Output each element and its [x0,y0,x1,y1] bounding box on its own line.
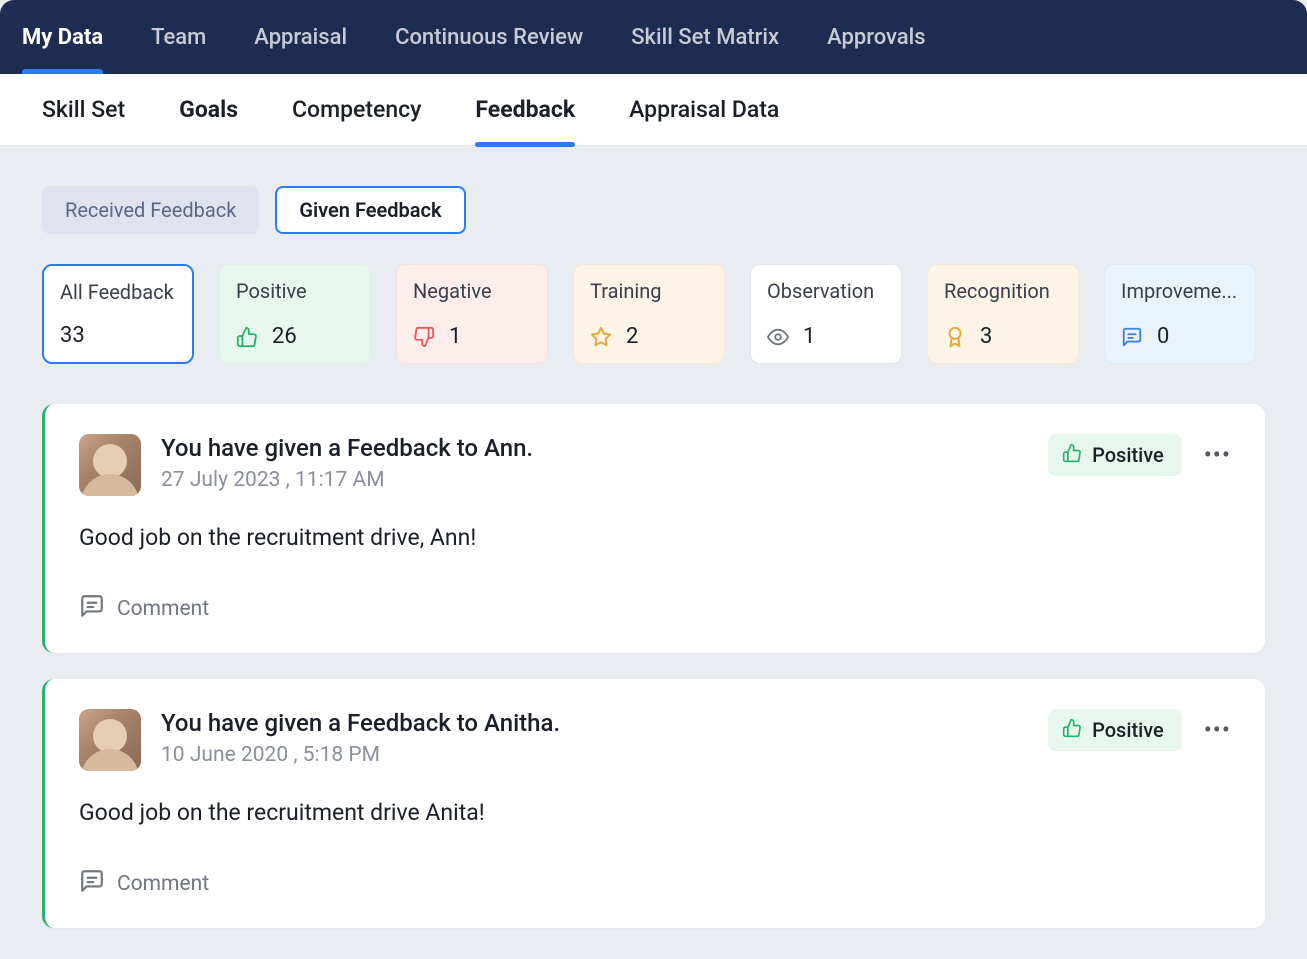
subnav-goals[interactable]: Goals [179,74,238,146]
filter-count: 0 [1157,324,1169,349]
filter-label: Improveme... [1121,279,1239,303]
topnav-approvals[interactable]: Approvals [827,0,926,74]
filter-negative[interactable]: Negative 1 [396,264,548,364]
thumb-up-icon [1062,443,1082,468]
comment-label: Comment [117,872,209,896]
badge-positive: Positive [1048,709,1182,751]
filter-recognition[interactable]: Recognition 3 [927,264,1079,364]
feedback-date: 27 July 2023 , 11:17 AM [161,468,1028,492]
feedback-body: Good job on the recruitment drive Anita! [79,799,1231,826]
filter-count: 26 [272,324,297,349]
eye-icon [767,326,789,348]
filter-improvement[interactable]: Improveme... 0 [1104,264,1256,364]
chat-icon [1121,326,1143,348]
comment-button[interactable]: Comment [79,868,1231,900]
filter-all-feedback[interactable]: All Feedback 33 [42,264,194,364]
topnav-appraisal[interactable]: Appraisal [254,0,347,74]
subnav-skill-set[interactable]: Skill Set [42,74,125,146]
badge-positive: Positive [1048,434,1182,476]
filter-label: Training [590,279,708,303]
filter-label: Recognition [944,279,1062,303]
more-menu-button[interactable]: ••• [1204,441,1231,469]
filter-count: 33 [60,323,85,348]
filter-label: Positive [236,279,354,303]
subnav-appraisal-data[interactable]: Appraisal Data [629,74,779,146]
topnav-team[interactable]: Team [151,0,206,74]
feedback-card: You have given a Feedback to Anitha. 10 … [42,679,1265,928]
subnav-feedback[interactable]: Feedback [475,74,575,146]
feedback-title: You have given a Feedback to Anitha. [161,709,1028,737]
filter-count: 1 [803,324,815,349]
topnav-my-data[interactable]: My Data [22,0,103,74]
thumb-up-icon [1062,718,1082,743]
feedback-card: You have given a Feedback to Ann. 27 Jul… [42,404,1265,653]
comment-icon [79,868,105,900]
more-menu-button[interactable]: ••• [1204,716,1231,744]
comment-label: Comment [117,597,209,621]
top-nav: My Data Team Appraisal Continuous Review… [0,0,1307,74]
feedback-body: Good job on the recruitment drive, Ann! [79,524,1231,551]
thumb-up-icon [236,326,258,348]
toggle-given-feedback[interactable]: Given Feedback [275,186,465,234]
topnav-skill-set-matrix[interactable]: Skill Set Matrix [631,0,779,74]
comment-button[interactable]: Comment [79,593,1231,625]
badge-label: Positive [1092,443,1164,467]
feedback-title: You have given a Feedback to Ann. [161,434,1028,462]
feedback-toggle: Received Feedback Given Feedback [42,186,1265,234]
avatar [79,434,141,496]
comment-icon [79,593,105,625]
filter-label: Negative [413,279,531,303]
filter-positive[interactable]: Positive 26 [219,264,371,364]
thumb-down-icon [413,326,435,348]
filter-label: All Feedback [60,280,176,304]
award-icon [944,326,966,348]
star-icon [590,326,612,348]
badge-label: Positive [1092,718,1164,742]
filter-label: Observation [767,279,885,303]
subnav-competency[interactable]: Competency [292,74,421,146]
avatar [79,709,141,771]
filter-row: All Feedback 33 Positive 26 Negative [42,264,1265,364]
filter-count: 1 [449,324,461,349]
sub-nav: Skill Set Goals Competency Feedback Appr… [0,74,1307,146]
filter-observation[interactable]: Observation 1 [750,264,902,364]
filter-training[interactable]: Training 2 [573,264,725,364]
feedback-date: 10 June 2020 , 5:18 PM [161,743,1028,767]
topnav-continuous-review[interactable]: Continuous Review [395,0,583,74]
filter-count: 3 [980,324,992,349]
toggle-received-feedback[interactable]: Received Feedback [42,186,259,234]
filter-count: 2 [626,324,638,349]
